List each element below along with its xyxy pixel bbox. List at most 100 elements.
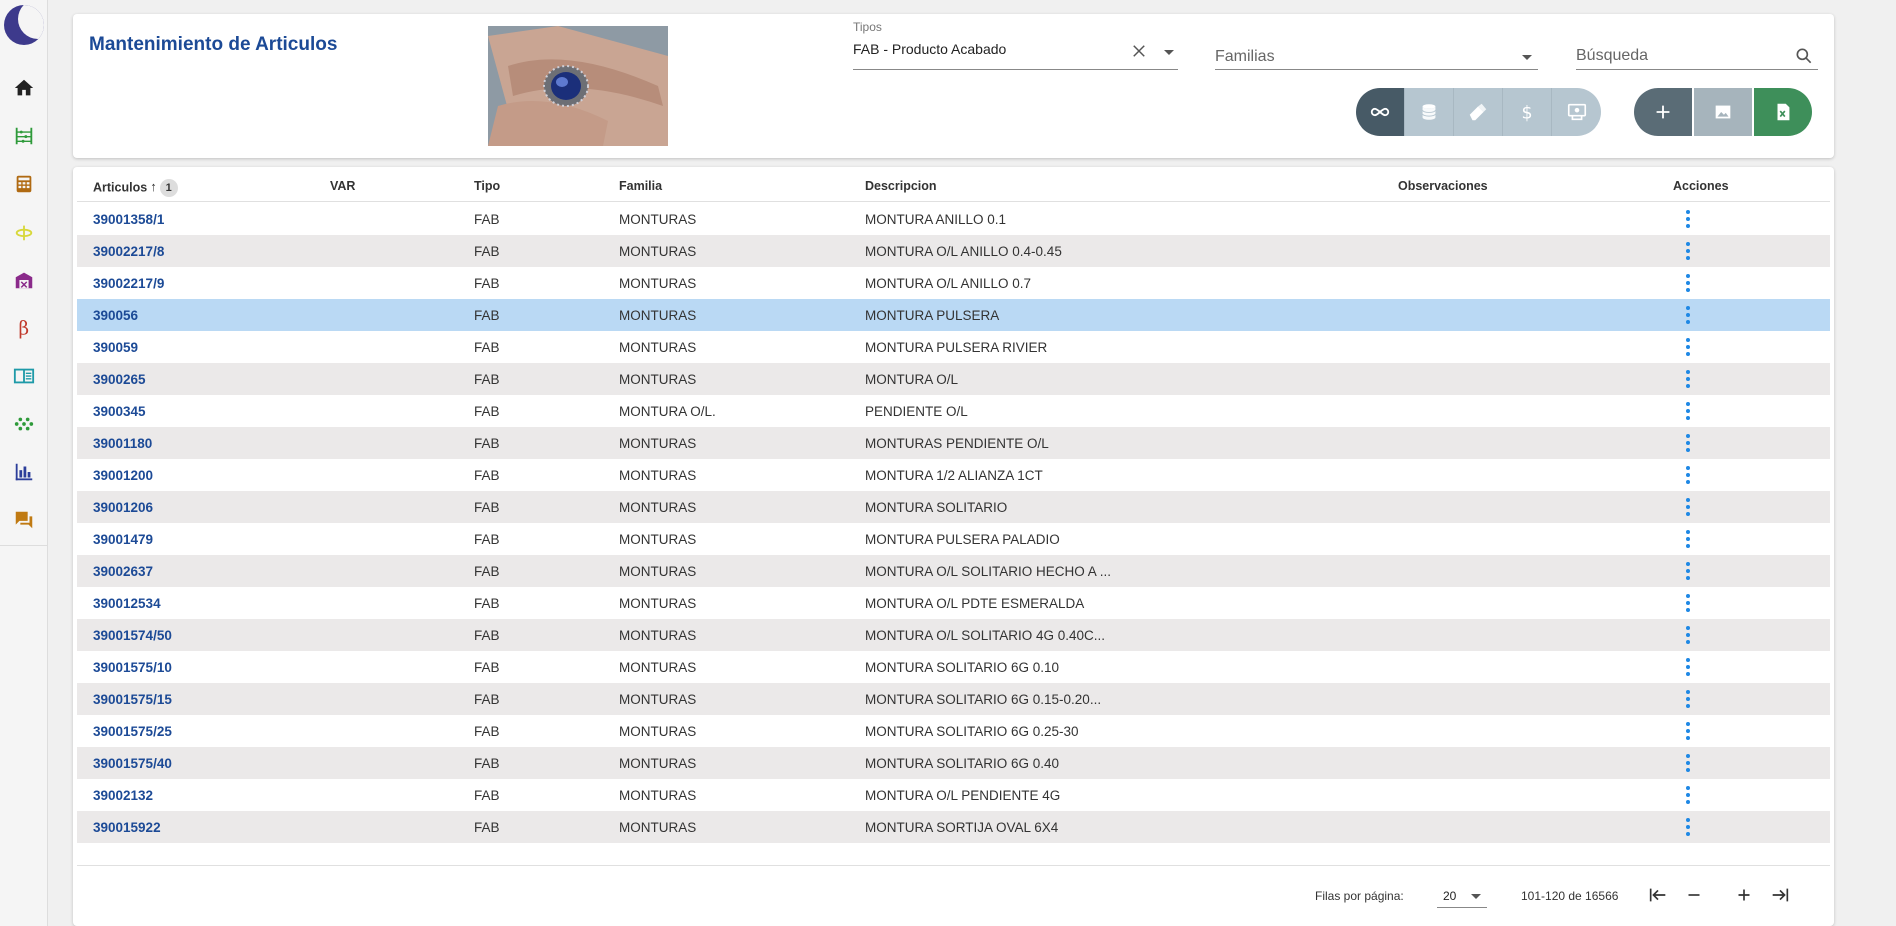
row-actions-menu-icon[interactable] (1678, 593, 1698, 613)
bar-chart-icon[interactable] (0, 454, 48, 490)
row-actions-menu-icon[interactable] (1678, 497, 1698, 517)
infinity-toggle-button[interactable] (1356, 88, 1405, 136)
table-row[interactable]: 39001574/50 FAB MONTURAS MONTURA O/L SOLITA… (77, 619, 1830, 651)
cell-articulo[interactable]: 3900265 (93, 372, 146, 387)
table-row[interactable]: 390015922 FAB MONTURAS MONTURA SORTIJA OVAL… (77, 811, 1830, 843)
table-row[interactable]: 39002132 FAB MONTURAS MONTURA O/L PENDIENTE… (77, 779, 1830, 811)
abacus-icon[interactable] (0, 118, 48, 154)
cell-articulo[interactable]: 39002217/9 (93, 276, 164, 291)
eraser-toggle-button[interactable] (1454, 88, 1503, 136)
table-row[interactable]: 3900345 FAB MONTURA O/L. PENDIENTE O/L (77, 395, 1830, 427)
row-actions-menu-icon[interactable] (1678, 561, 1698, 581)
search-input[interactable] (1576, 44, 1786, 68)
table-row[interactable]: 39001575/10 FAB MONTURAS MONTURA SOLITARIO … (77, 651, 1830, 683)
table-row[interactable]: 39002637 FAB MONTURAS MONTURA O/L SOLITARIO… (77, 555, 1830, 587)
table-row[interactable]: 39001200 FAB MONTURAS MONTURA 1/2 ALIANZA 1… (77, 459, 1830, 491)
table-row[interactable]: 390012534 FAB MONTURAS MONTURA O/L PDTE ESM… (77, 587, 1830, 619)
tipos-select[interactable]: Tipos FAB - Producto Acabado (853, 20, 1178, 70)
app-logo[interactable] (4, 5, 44, 45)
cell-articulo[interactable]: 39001574/50 (93, 628, 172, 643)
table-row[interactable]: 39001180 FAB MONTURAS MONTURAS PENDIENTE O/… (77, 427, 1830, 459)
table-row[interactable]: 39001575/40 FAB MONTURAS MONTURA SOLITARIO … (77, 747, 1830, 779)
database-toggle-button[interactable] (1405, 88, 1454, 136)
row-actions-menu-icon[interactable] (1678, 465, 1698, 485)
column-articulos[interactable]: Articulos ↑ 1 (93, 179, 178, 197)
cell-articulo[interactable]: 39002637 (93, 564, 153, 579)
table-row[interactable]: 390059 FAB MONTURAS MONTURA PULSERA RIVIER (77, 331, 1830, 363)
search-icon[interactable] (1794, 46, 1814, 66)
row-actions-menu-icon[interactable] (1678, 241, 1698, 261)
cell-articulo[interactable]: 390059 (93, 340, 138, 355)
calculator-icon[interactable] (0, 166, 48, 202)
table-row[interactable]: 39001479 FAB MONTURAS MONTURA PULSERA PALAD… (77, 523, 1830, 555)
clear-icon[interactable] (1130, 42, 1148, 60)
row-actions-menu-icon[interactable] (1678, 529, 1698, 549)
export-excel-button[interactable] (1754, 88, 1812, 136)
cell-articulo[interactable]: 39001575/15 (93, 692, 172, 707)
previous-page-button[interactable] (1681, 882, 1707, 908)
column-tipo[interactable]: Tipo (474, 179, 500, 193)
row-actions-menu-icon[interactable] (1678, 785, 1698, 805)
row-actions-menu-icon[interactable] (1678, 817, 1698, 837)
cell-articulo[interactable]: 39001575/40 (93, 756, 172, 771)
ring-icon[interactable] (0, 214, 48, 250)
sort-ascending-icon[interactable]: ↑ (150, 179, 157, 194)
add-article-button[interactable] (1634, 88, 1692, 136)
cell-articulo[interactable]: 390015922 (93, 820, 161, 835)
table-row[interactable]: 39002217/9 FAB MONTURAS MONTURA O/L ANILLO … (77, 267, 1830, 299)
rows-per-page-select[interactable]: 20 (1437, 884, 1487, 908)
beta-icon[interactable]: β (0, 310, 48, 346)
row-actions-menu-icon[interactable] (1678, 305, 1698, 325)
cell-articulo[interactable]: 390056 (93, 308, 138, 323)
table-row[interactable]: 39001206 FAB MONTURAS MONTURA SOLITARIO (77, 491, 1830, 523)
book-icon[interactable] (0, 358, 48, 394)
table-row[interactable]: 390056 FAB MONTURAS MONTURA PULSERA (77, 299, 1830, 331)
row-actions-menu-icon[interactable] (1678, 401, 1698, 421)
table-row[interactable]: 39001575/15 FAB MONTURAS MONTURA SOLITARIO … (77, 683, 1830, 715)
grid-dots-icon[interactable] (0, 406, 48, 442)
row-actions-menu-icon[interactable] (1678, 753, 1698, 773)
next-page-button[interactable] (1731, 882, 1757, 908)
cell-articulo[interactable]: 39001358/1 (93, 212, 164, 227)
row-actions-menu-icon[interactable] (1678, 209, 1698, 229)
page-title: Mantenimiento de Articulos (89, 34, 338, 55)
cell-articulo[interactable]: 39001180 (93, 436, 152, 451)
cell-articulo[interactable]: 390012534 (93, 596, 161, 611)
familias-select[interactable]: Familias (1215, 20, 1538, 70)
price-toggle-button[interactable]: $ (1503, 88, 1552, 136)
cash-register-toggle-button[interactable] (1552, 88, 1601, 136)
chevron-down-icon[interactable] (1164, 50, 1174, 55)
image-button[interactable] (1694, 88, 1752, 136)
column-var[interactable]: VAR (330, 179, 355, 193)
cell-articulo[interactable]: 39001206 (93, 500, 153, 515)
row-actions-menu-icon[interactable] (1678, 369, 1698, 389)
row-actions-menu-icon[interactable] (1678, 721, 1698, 741)
row-actions-menu-icon[interactable] (1678, 273, 1698, 293)
row-actions-menu-icon[interactable] (1678, 337, 1698, 357)
table-row[interactable]: 39002217/8 FAB MONTURAS MONTURA O/L ANILLO … (77, 235, 1830, 267)
cell-familia: MONTURAS (619, 340, 697, 355)
cell-articulo[interactable]: 39001575/25 (93, 724, 172, 739)
row-actions-menu-icon[interactable] (1678, 433, 1698, 453)
table-row[interactable]: 3900265 FAB MONTURAS MONTURA O/L (77, 363, 1830, 395)
warehouse-icon[interactable] (0, 262, 48, 298)
column-descripcion[interactable]: Descripcion (865, 179, 937, 193)
cell-articulo[interactable]: 39001575/10 (93, 660, 172, 675)
row-actions-menu-icon[interactable] (1678, 657, 1698, 677)
table-row[interactable]: 39001358/1 FAB MONTURAS MONTURA ANILLO 0.1 (77, 203, 1830, 235)
table-row[interactable]: 39001575/25 FAB MONTURAS MONTURA SOLITARIO … (77, 715, 1830, 747)
cell-articulo[interactable]: 39001200 (93, 468, 153, 483)
home-icon[interactable] (0, 70, 48, 106)
row-actions-menu-icon[interactable] (1678, 689, 1698, 709)
cell-articulo[interactable]: 39002132 (93, 788, 153, 803)
chevron-down-icon[interactable] (1522, 55, 1532, 60)
cell-articulo[interactable]: 39001479 (93, 532, 153, 547)
column-familia[interactable]: Familia (619, 179, 662, 193)
column-observaciones[interactable]: Observaciones (1398, 179, 1488, 193)
cell-articulo[interactable]: 39002217/8 (93, 244, 164, 259)
chat-icon[interactable] (0, 502, 48, 538)
cell-articulo[interactable]: 3900345 (93, 404, 146, 419)
row-actions-menu-icon[interactable] (1678, 625, 1698, 645)
last-page-button[interactable] (1767, 882, 1793, 908)
first-page-button[interactable] (1645, 882, 1671, 908)
